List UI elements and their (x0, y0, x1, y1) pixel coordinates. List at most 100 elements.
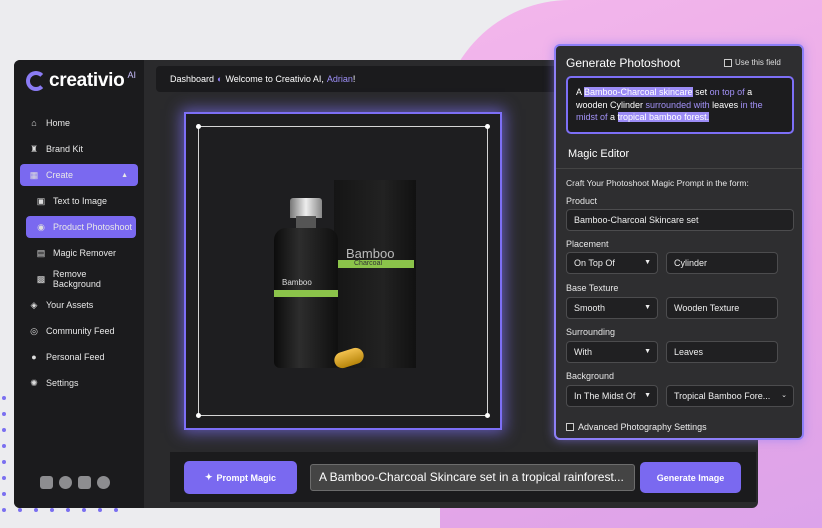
sidebar-item-product-photoshoot[interactable]: ◉ Product Photoshoot (26, 216, 136, 238)
generate-image-button[interactable]: Generate Image (640, 462, 741, 493)
twitter-icon[interactable] (59, 476, 72, 489)
surrounding-field[interactable]: Leaves (666, 341, 778, 363)
camera-icon: ◉ (37, 222, 45, 232)
sidebar-item-create[interactable]: ▦ Create ▲ (20, 164, 138, 186)
sidebar-item-brand-kit[interactable]: ♜ Brand Kit (20, 138, 138, 160)
decorative-dot (2, 412, 6, 416)
bottle-band (274, 290, 338, 297)
summary-keyword: on top of (709, 87, 745, 97)
welcome-text: Welcome to Creativio AI, (225, 74, 324, 84)
sidebar-item-text-to-image[interactable]: ▣ Text to Image (26, 190, 136, 212)
logo-icon (26, 71, 46, 91)
generate-photoshoot-panel: Generate Photoshoot Use this field A Bam… (554, 44, 804, 440)
summary-text: set (692, 87, 710, 97)
sidebar-item-label: Home (46, 118, 71, 128)
use-field-toggle[interactable]: Use this field (724, 58, 781, 67)
sidebar-item-home[interactable]: ⌂ Home (20, 112, 138, 134)
product-label: Product (566, 196, 598, 206)
prompt-magic-button[interactable]: ✦ Prompt Magic (184, 461, 297, 494)
magic-wand-icon: ✦ (204, 472, 213, 482)
decorative-dot (34, 508, 38, 512)
placement-select[interactable]: On Top Of ▼ (566, 252, 658, 274)
sidebar-item-label: Magic Remover (53, 248, 117, 258)
welcome-suffix: ! (352, 74, 356, 84)
decorative-dot (18, 508, 22, 512)
youtube-icon[interactable] (40, 476, 53, 489)
background-field[interactable]: Tropical Bamboo Fore... ⌄ (666, 385, 794, 407)
resize-handle-tr[interactable] (485, 124, 490, 129)
decorative-dot (2, 492, 6, 496)
placement-field[interactable]: Cylinder (666, 252, 778, 274)
decorative-dot (66, 508, 70, 512)
decorative-dot (2, 428, 6, 432)
summary-highlight: tropical bamboo forest. (617, 112, 710, 122)
logo-sup: AI (127, 70, 136, 80)
breadcrumb[interactable]: Dashboard (170, 74, 214, 84)
chevron-down-icon: ▼ (644, 348, 651, 355)
person-icon: ● (31, 352, 37, 362)
product-field[interactable]: Bamboo-Charcoal Skincare set (566, 209, 794, 231)
decorative-dot (2, 444, 6, 448)
decorative-dot (50, 508, 54, 512)
decorative-dot (2, 508, 6, 512)
logo-text: creativio (49, 70, 125, 91)
decorative-dot (2, 476, 6, 480)
surrounding-select[interactable]: With ▼ (566, 341, 658, 363)
sidebar-item-label: Personal Feed (46, 352, 105, 362)
grid-icon: ▦ (29, 170, 39, 180)
sidebar-item-personal-feed[interactable]: ● Personal Feed (20, 346, 138, 368)
sidebar-item-label: Text to Image (53, 196, 108, 206)
sidebar-item-your-assets[interactable]: ◈ Your Assets (20, 294, 138, 316)
resize-handle-br[interactable] (485, 413, 490, 418)
decorative-dot (114, 508, 118, 512)
resize-handle-bl[interactable] (196, 413, 201, 418)
prompt-summary[interactable]: A Bamboo-Charcoal skincare set on top of… (566, 76, 794, 134)
product-box-sublabel: Charcoal (354, 260, 383, 267)
divider (556, 168, 802, 169)
summary-keyword: surrounded with (645, 99, 710, 110)
facebook-icon[interactable] (97, 476, 110, 489)
sidebar-item-remove-background[interactable]: ▩ Remove Background (26, 268, 136, 290)
sidebar-item-label: Settings (46, 378, 79, 388)
sidebar: creativio AI ⌂ Home ♜ Brand Kit ▦ Create… (14, 60, 144, 508)
discord-icon[interactable] (78, 476, 91, 489)
sidebar-item-label: Create (46, 170, 74, 180)
chevron-down-icon: ▼ (644, 304, 651, 311)
summary-text: leaves (709, 99, 741, 110)
resize-handle-tl[interactable] (196, 124, 201, 129)
magic-remover-icon: ▤ (36, 248, 46, 258)
social-links (40, 476, 110, 489)
chevron-down-icon: ▼ (644, 259, 651, 266)
craft-instructions: Craft Your Photoshoot Magic Prompt in th… (566, 178, 749, 188)
product-box (334, 180, 416, 368)
product-box-label: Bamboo (346, 246, 395, 261)
placement-label: Placement (566, 239, 609, 249)
base-texture-field[interactable]: Wooden Texture (666, 297, 778, 319)
assets-icon: ◈ (30, 300, 38, 310)
base-texture-select[interactable]: Smooth ▼ (566, 297, 658, 319)
use-field-checkbox[interactable] (724, 58, 732, 67)
advanced-settings-toggle[interactable]: Advanced Photography Settings (566, 422, 707, 432)
sidebar-item-settings[interactable]: ✺ Settings (20, 372, 138, 394)
logo-small-icon: ◐ (217, 74, 223, 84)
community-icon: ◎ (30, 326, 38, 336)
chevron-down-icon: ⌄ (781, 392, 787, 399)
background-select[interactable]: In The Midst Of ▼ (566, 385, 658, 407)
advanced-settings-checkbox[interactable] (566, 423, 574, 431)
brand-kit-icon: ♜ (29, 144, 39, 154)
image-canvas[interactable]: Bamboo Charcoal Bamboo (184, 112, 502, 430)
sidebar-item-label: Brand Kit (46, 144, 84, 154)
sidebar-item-community-feed[interactable]: ◎ Community Feed (20, 320, 138, 342)
prompt-input[interactable]: A Bamboo-Charcoal Skincare set in a trop… (310, 464, 635, 491)
base-texture-label: Base Texture (566, 283, 619, 293)
prompt-magic-label: Prompt Magic (216, 472, 277, 483)
bottle-cap (290, 198, 322, 218)
sidebar-item-magic-remover[interactable]: ▤ Magic Remover (26, 242, 136, 264)
chevron-up-icon: ▲ (121, 171, 128, 179)
gear-icon: ✺ (30, 378, 38, 388)
surrounding-select-value: With (574, 347, 592, 357)
decorative-dot (82, 508, 86, 512)
sidebar-item-label: Community Feed (46, 326, 115, 336)
home-icon: ⌂ (31, 118, 37, 128)
logo[interactable]: creativio AI (26, 70, 136, 92)
